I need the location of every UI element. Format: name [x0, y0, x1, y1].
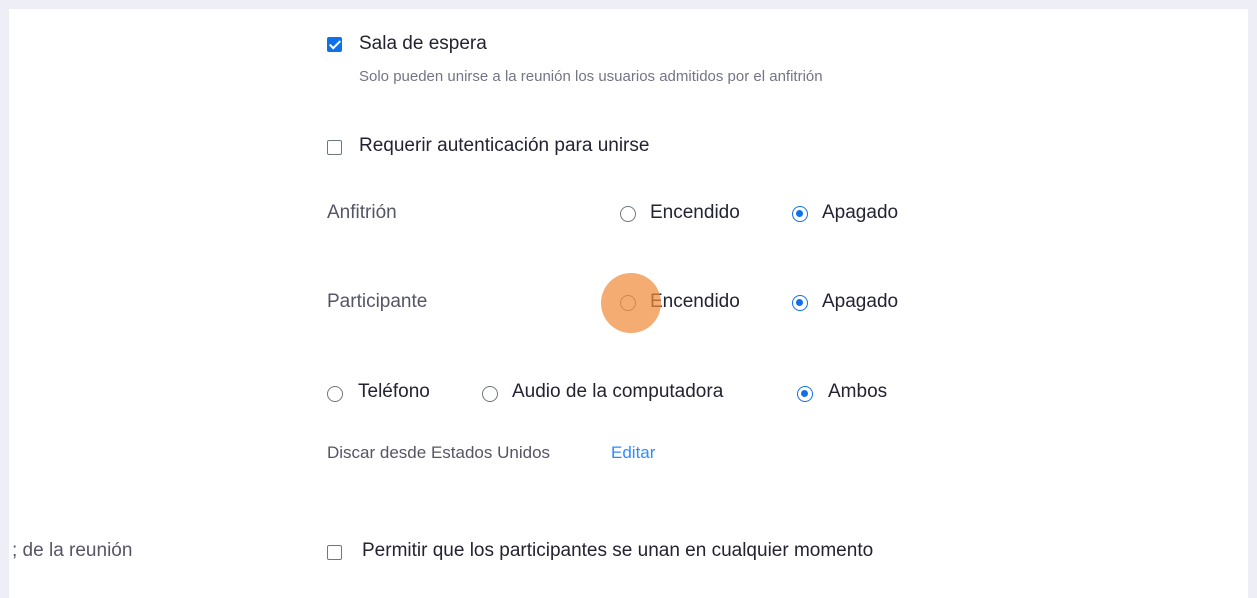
host-video-off-label: Apagado	[822, 202, 899, 223]
participant-video-label: Participante	[327, 291, 428, 312]
participant-video-off-label: Apagado	[822, 291, 899, 312]
waiting-room-description: Solo pueden unirse a la reunión los usua…	[359, 68, 823, 85]
dial-in-edit-link[interactable]: Editar	[611, 443, 655, 463]
dial-in-country: Estados Unidos	[430, 443, 551, 462]
waiting-room-label: Sala de espera	[359, 33, 487, 54]
participant-video-off-radio[interactable]	[792, 295, 808, 311]
audio-both-radio[interactable]	[797, 386, 813, 402]
audio-phone-label: Teléfono	[358, 381, 430, 402]
host-video-on-radio[interactable]	[620, 206, 636, 222]
host-video-label: Anfitrión	[327, 202, 397, 223]
participant-video-on-radio[interactable]	[620, 295, 636, 311]
audio-computer-label: Audio de la computadora	[512, 381, 724, 402]
require-auth-checkbox[interactable]	[327, 140, 342, 155]
join-anytime-label: Permitir que los participantes se unan e…	[362, 540, 874, 561]
require-auth-label: Requerir autenticación para unirse	[359, 135, 650, 156]
audio-computer-radio[interactable]	[482, 386, 498, 402]
waiting-room-checkbox[interactable]	[327, 37, 342, 52]
join-anytime-checkbox[interactable]	[327, 545, 342, 560]
dial-in-prefix: Discar desde	[327, 443, 427, 462]
meeting-options-section-label: ; de la reunión	[12, 540, 133, 561]
audio-both-label: Ambos	[828, 381, 888, 402]
host-video-off-radio[interactable]	[792, 206, 808, 222]
audio-phone-radio[interactable]	[327, 386, 343, 402]
participant-video-on-label: Encendido	[650, 291, 740, 312]
dial-in-info: Discar desde Estados Unidos	[327, 443, 550, 463]
host-video-on-label: Encendido	[650, 202, 740, 223]
